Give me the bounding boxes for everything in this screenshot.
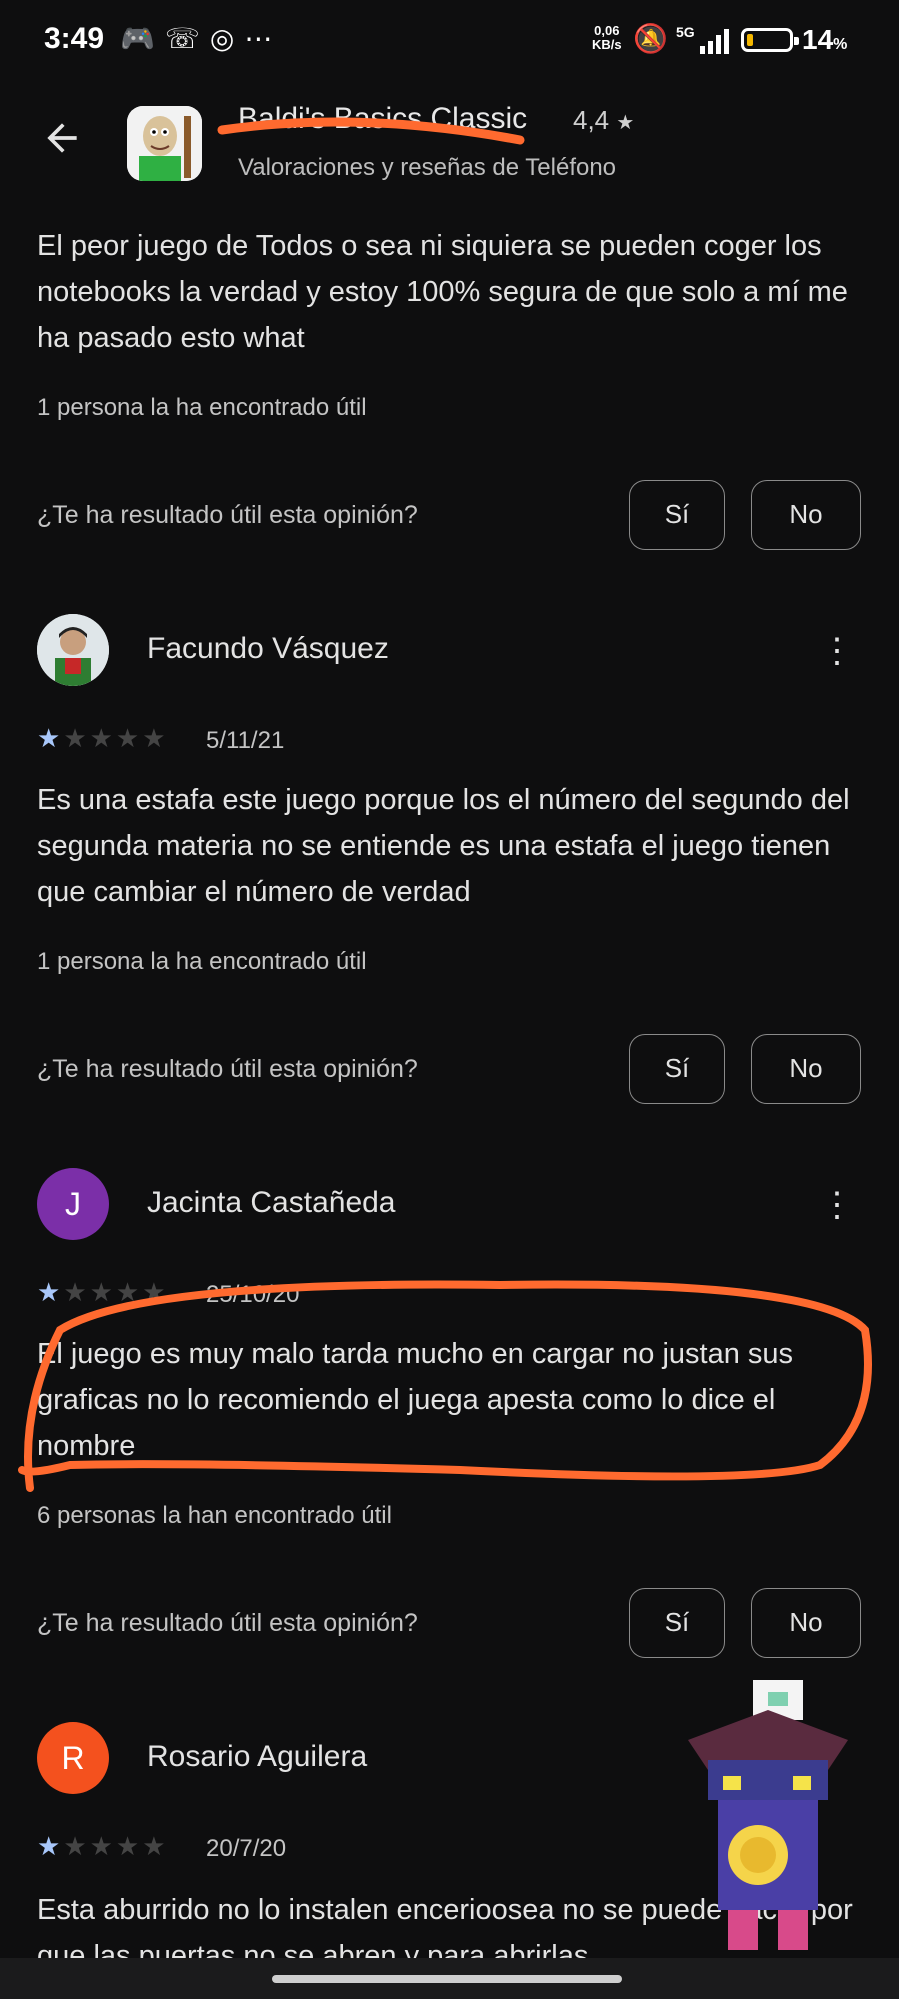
annotation-underline bbox=[217, 117, 525, 145]
character-sticker bbox=[688, 1680, 848, 1950]
annotation-circle bbox=[18, 1280, 872, 1492]
home-gesture-bar[interactable] bbox=[272, 1975, 622, 1983]
